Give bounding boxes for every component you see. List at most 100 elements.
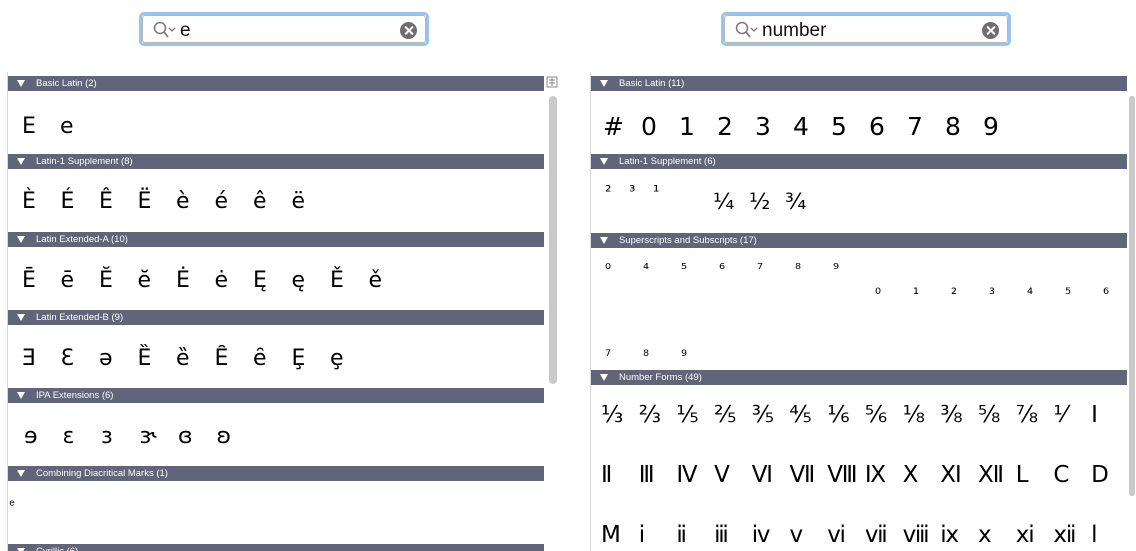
character-glyph[interactable]: ɛ — [63, 424, 75, 449]
character-glyph[interactable]: ⅔ — [639, 402, 661, 428]
character-glyph[interactable]: Ē — [22, 268, 36, 293]
character-glyph[interactable]: ₆ — [1103, 280, 1109, 298]
disclosure-triangle-icon[interactable] — [600, 237, 608, 244]
disclosure-triangle-icon[interactable] — [17, 158, 25, 165]
disclosure-triangle-icon[interactable] — [17, 236, 25, 243]
character-glyph[interactable]: ⁵ — [681, 260, 687, 278]
character-glyph[interactable]: ⅟ — [1053, 402, 1066, 428]
section-header[interactable]: IPA Extensions (6) — [8, 388, 544, 403]
character-glyph[interactable]: ę — [292, 268, 306, 293]
character-glyph[interactable]: ⅝ — [978, 402, 1000, 428]
character-glyph[interactable]: 4 — [793, 112, 809, 141]
character-glyph[interactable]: Ⅸ — [865, 462, 886, 488]
character-glyph[interactable]: Ⅲ — [639, 462, 655, 488]
character-glyph[interactable]: ⅵ — [827, 522, 846, 548]
character-glyph[interactable]: ȩ — [330, 346, 344, 371]
character-glyph[interactable]: ⅜ — [940, 402, 962, 428]
character-glyph[interactable]: 8 — [945, 112, 961, 141]
character-glyph[interactable]: ě — [369, 268, 383, 293]
character-glyph[interactable]: ë — [292, 189, 306, 214]
section-header[interactable]: Superscripts and Subscripts (17) — [591, 233, 1127, 248]
section-header[interactable]: Combining Diacritical Marks (1) — [8, 466, 544, 481]
character-glyph[interactable]: ⅕ — [676, 402, 698, 428]
palette-corner-icon[interactable] — [546, 76, 558, 88]
character-glyph[interactable]: È — [22, 189, 36, 214]
character-glyph[interactable]: ə — [99, 346, 113, 371]
character-glyph[interactable]: ⁸ — [795, 260, 801, 278]
character-glyph[interactable]: Ⅷ — [827, 462, 857, 488]
character-glyph[interactable]: 0 — [641, 112, 657, 141]
character-glyph[interactable]: ₉ — [681, 342, 687, 360]
character-glyph[interactable]: ¹ — [653, 182, 659, 201]
character-glyph[interactable]: Ⅰ — [1091, 402, 1098, 428]
character-glyph[interactable]: ɘ — [24, 424, 38, 449]
character-glyph[interactable]: Ĕ — [99, 268, 113, 293]
character-glyph[interactable]: Ⅴ — [714, 462, 730, 488]
disclosure-triangle-icon[interactable] — [17, 80, 25, 87]
section-header[interactable]: Number Forms (49) — [591, 370, 1127, 385]
character-glyph[interactable]: è — [176, 189, 190, 214]
left-search-query[interactable]: e — [180, 20, 191, 42]
character-glyph[interactable]: Ⅽ — [1053, 462, 1069, 488]
character-glyph[interactable]: ₄ — [1027, 280, 1033, 298]
character-glyph[interactable]: ⅲ — [714, 522, 729, 548]
character-glyph[interactable]: ₇ — [605, 342, 611, 360]
character-glyph[interactable]: ⁰ — [605, 260, 611, 278]
section-header[interactable]: Latin-1 Supplement (8) — [8, 154, 544, 169]
disclosure-triangle-icon[interactable] — [17, 392, 25, 399]
clear-search-icon[interactable] — [400, 22, 417, 39]
character-glyph[interactable]: ₃ — [989, 280, 995, 298]
character-glyph[interactable]: Ȇ — [215, 346, 229, 371]
character-glyph[interactable]: Ⅺ — [940, 462, 961, 488]
character-glyph[interactable]: Ⅾ — [1091, 462, 1109, 488]
section-header[interactable]: Basic Latin (2) — [8, 76, 544, 91]
character-glyph[interactable]: ⅙ — [827, 402, 849, 428]
section-header[interactable]: Latin-1 Supplement (6) — [591, 154, 1127, 169]
right-search-field[interactable]: number — [721, 12, 1011, 46]
character-glyph[interactable]: ⁶ — [719, 260, 725, 278]
section-header[interactable]: Latin Extended-B (9) — [8, 310, 544, 325]
character-glyph[interactable]: ½ — [749, 190, 770, 215]
character-glyph[interactable]: ɜ — [101, 424, 113, 449]
character-glyph[interactable]: ȅ — [176, 346, 190, 371]
character-glyph[interactable]: ⁷ — [757, 260, 763, 278]
scrollbar-thumb[interactable] — [1129, 96, 1135, 496]
character-glyph[interactable]: Ⅿ — [601, 522, 621, 548]
character-glyph[interactable]: ₈ — [643, 342, 649, 360]
character-glyph[interactable]: 2 — [717, 112, 733, 141]
character-glyph[interactable]: Ⅻ — [978, 462, 1004, 488]
right-search-query[interactable]: number — [762, 20, 826, 42]
character-glyph[interactable]: Ë — [138, 189, 152, 214]
character-glyph[interactable]: 9 — [983, 112, 999, 141]
character-glyph[interactable]: Ⅼ — [1016, 462, 1029, 488]
character-glyph[interactable]: Ǝ — [22, 346, 36, 371]
character-glyph[interactable]: Ę — [253, 268, 267, 293]
character-glyph[interactable]: ₀ — [875, 280, 881, 298]
character-glyph[interactable]: ⅼ — [1091, 522, 1097, 548]
character-glyph[interactable]: ⅖ — [714, 402, 736, 428]
disclosure-triangle-icon[interactable] — [17, 314, 25, 321]
character-glyph[interactable]: ₁ — [913, 280, 919, 298]
character-glyph[interactable]: ¾ — [785, 190, 806, 215]
character-glyph[interactable]: ⅹ — [978, 522, 992, 548]
character-glyph[interactable]: Ⅵ — [752, 462, 773, 488]
character-glyph[interactable]: ê — [253, 189, 267, 214]
character-glyph[interactable]: Ȅ — [138, 346, 152, 371]
character-glyph[interactable]: E — [22, 114, 36, 139]
character-glyph[interactable]: ⅶ — [865, 522, 888, 548]
character-glyph[interactable]: ʚ — [217, 424, 232, 449]
character-glyph[interactable]: ⁴ — [643, 260, 649, 278]
character-glyph[interactable]: 3 — [755, 112, 771, 141]
character-glyph[interactable]: ⅗ — [752, 402, 774, 428]
scrollbar-thumb[interactable] — [549, 96, 557, 384]
character-glyph[interactable]: 7 — [907, 112, 923, 141]
character-glyph[interactable]: ɝ — [140, 424, 157, 449]
character-glyph[interactable]: ⅳ — [752, 522, 771, 548]
character-glyph[interactable]: Ê — [99, 189, 113, 214]
character-glyph[interactable]: 5 — [831, 112, 847, 141]
character-glyph[interactable]: É — [61, 189, 75, 214]
character-glyph[interactable]: ĕ — [138, 268, 152, 293]
character-glyph[interactable]: Ⅳ — [676, 462, 697, 488]
disclosure-triangle-icon[interactable] — [17, 470, 25, 477]
character-glyph[interactable]: ₅ — [1065, 280, 1071, 298]
